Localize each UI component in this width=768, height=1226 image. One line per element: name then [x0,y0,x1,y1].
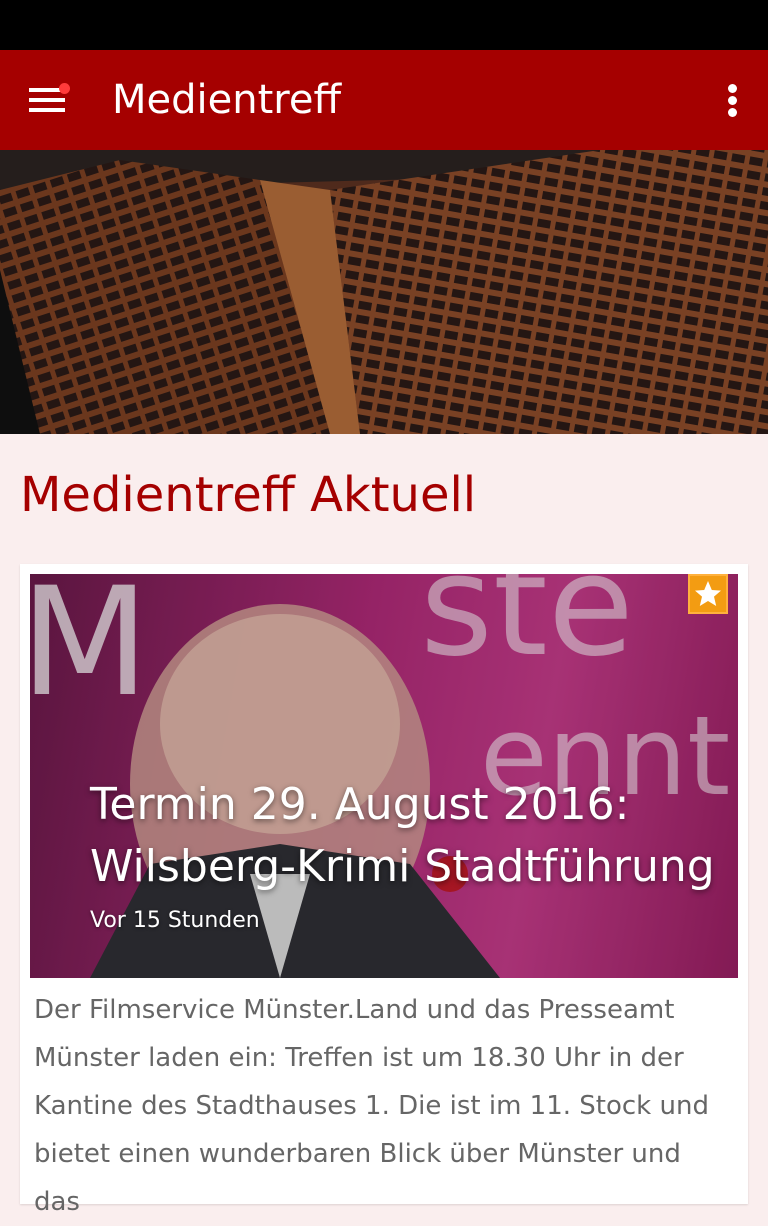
status-bar [0,0,768,50]
favorite-button[interactable] [688,574,728,614]
section-title: Medientreff Aktuell [20,467,477,523]
overflow-menu-button[interactable] [712,76,756,124]
app-title: Medientreff [112,77,342,123]
article-image[interactable]: M ste ennt Termin 29. August 2016: Wilsb… [30,574,738,978]
article-timestamp: Vor 15 Stunden [90,908,260,933]
menu-button[interactable] [18,76,74,124]
article-title[interactable]: Termin 29. August 2016: Wilsberg-Krimi S… [90,774,730,898]
notification-dot [59,83,70,94]
article-excerpt: Der Filmservice Münster.Land und das Pre… [34,995,709,1217]
more-vertical-icon [728,84,737,93]
app-bar: Medientreff [0,50,768,150]
theater-auditorium-seats-image [0,150,768,434]
hero-image [0,150,768,434]
article-card[interactable]: M ste ennt Termin 29. August 2016: Wilsb… [20,564,748,1217]
star-icon [695,581,721,606]
